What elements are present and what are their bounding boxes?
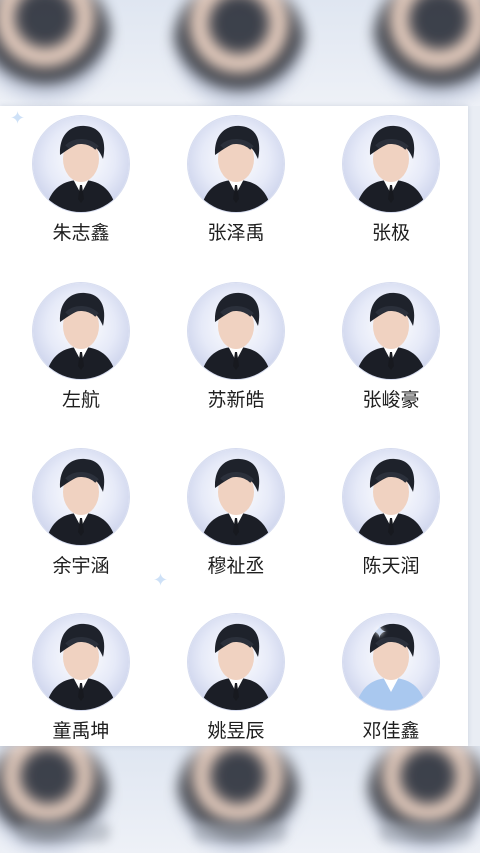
member-name: 穆祉丞 [207, 555, 265, 577]
blurred-label [18, 822, 110, 842]
blurred-label [380, 822, 472, 842]
portrait-icon [188, 283, 284, 379]
four-point-star-icon: ✦ [153, 570, 169, 591]
blurred-avatar [0, 0, 110, 102]
portrait-icon [343, 614, 439, 710]
portrait-icon [33, 283, 129, 379]
member-card[interactable]: 姚昱辰 [171, 606, 301, 746]
blurred-avatar [374, 0, 480, 104]
four-point-star-icon: ✦ [10, 108, 26, 129]
member-grid: 朱志鑫 张泽禹 张极 左航 苏新皓 张峻豪 余宇涵 穆祉丞 陈天润 童禹坤 姚昱… [0, 106, 468, 746]
member-name: 童禹坤 [52, 720, 110, 742]
portrait-icon [188, 116, 284, 212]
member-card[interactable]: 童禹坤 [16, 606, 146, 746]
member-name: 张泽禹 [207, 222, 265, 244]
member-name: 余宇涵 [52, 555, 110, 577]
member-card[interactable]: 邓佳鑫 [326, 606, 456, 746]
portrait-icon [343, 116, 439, 212]
four-point-star-icon: ✦ [372, 622, 388, 643]
portrait-icon [188, 449, 284, 545]
bottom-blurred-background [0, 746, 480, 853]
blurred-avatar [174, 0, 304, 106]
member-card[interactable]: 穆祉丞 [171, 441, 301, 591]
member-name: 朱志鑫 [52, 222, 110, 244]
portrait-icon [33, 116, 129, 212]
member-card[interactable]: 苏新皓 [171, 275, 301, 425]
portrait-icon [188, 614, 284, 710]
top-blurred-background [0, 0, 480, 106]
member-name: 邓佳鑫 [362, 720, 420, 742]
member-name: 苏新皓 [207, 389, 265, 411]
portrait-icon [33, 449, 129, 545]
portrait-icon [343, 449, 439, 545]
member-card[interactable]: 张极 [326, 108, 456, 258]
blurred-label [194, 822, 286, 842]
member-name: 张峻豪 [362, 389, 420, 411]
member-card[interactable]: 张泽禹 [171, 108, 301, 258]
member-card[interactable]: 张峻豪 [326, 275, 456, 425]
member-card[interactable]: 陈天润 [326, 441, 456, 591]
member-name: 张极 [371, 222, 410, 244]
member-card[interactable]: 左航 [16, 275, 146, 425]
member-grid-panel: 朱志鑫 张泽禹 张极 左航 苏新皓 张峻豪 余宇涵 穆祉丞 陈天润 童禹坤 姚昱… [0, 106, 468, 746]
member-card[interactable]: 余宇涵 [16, 441, 146, 591]
member-name: 左航 [61, 389, 100, 411]
member-name: 姚昱辰 [207, 720, 265, 742]
portrait-icon [33, 614, 129, 710]
member-card[interactable]: 朱志鑫 [16, 108, 146, 258]
portrait-icon [343, 283, 439, 379]
member-name: 陈天润 [362, 555, 420, 577]
